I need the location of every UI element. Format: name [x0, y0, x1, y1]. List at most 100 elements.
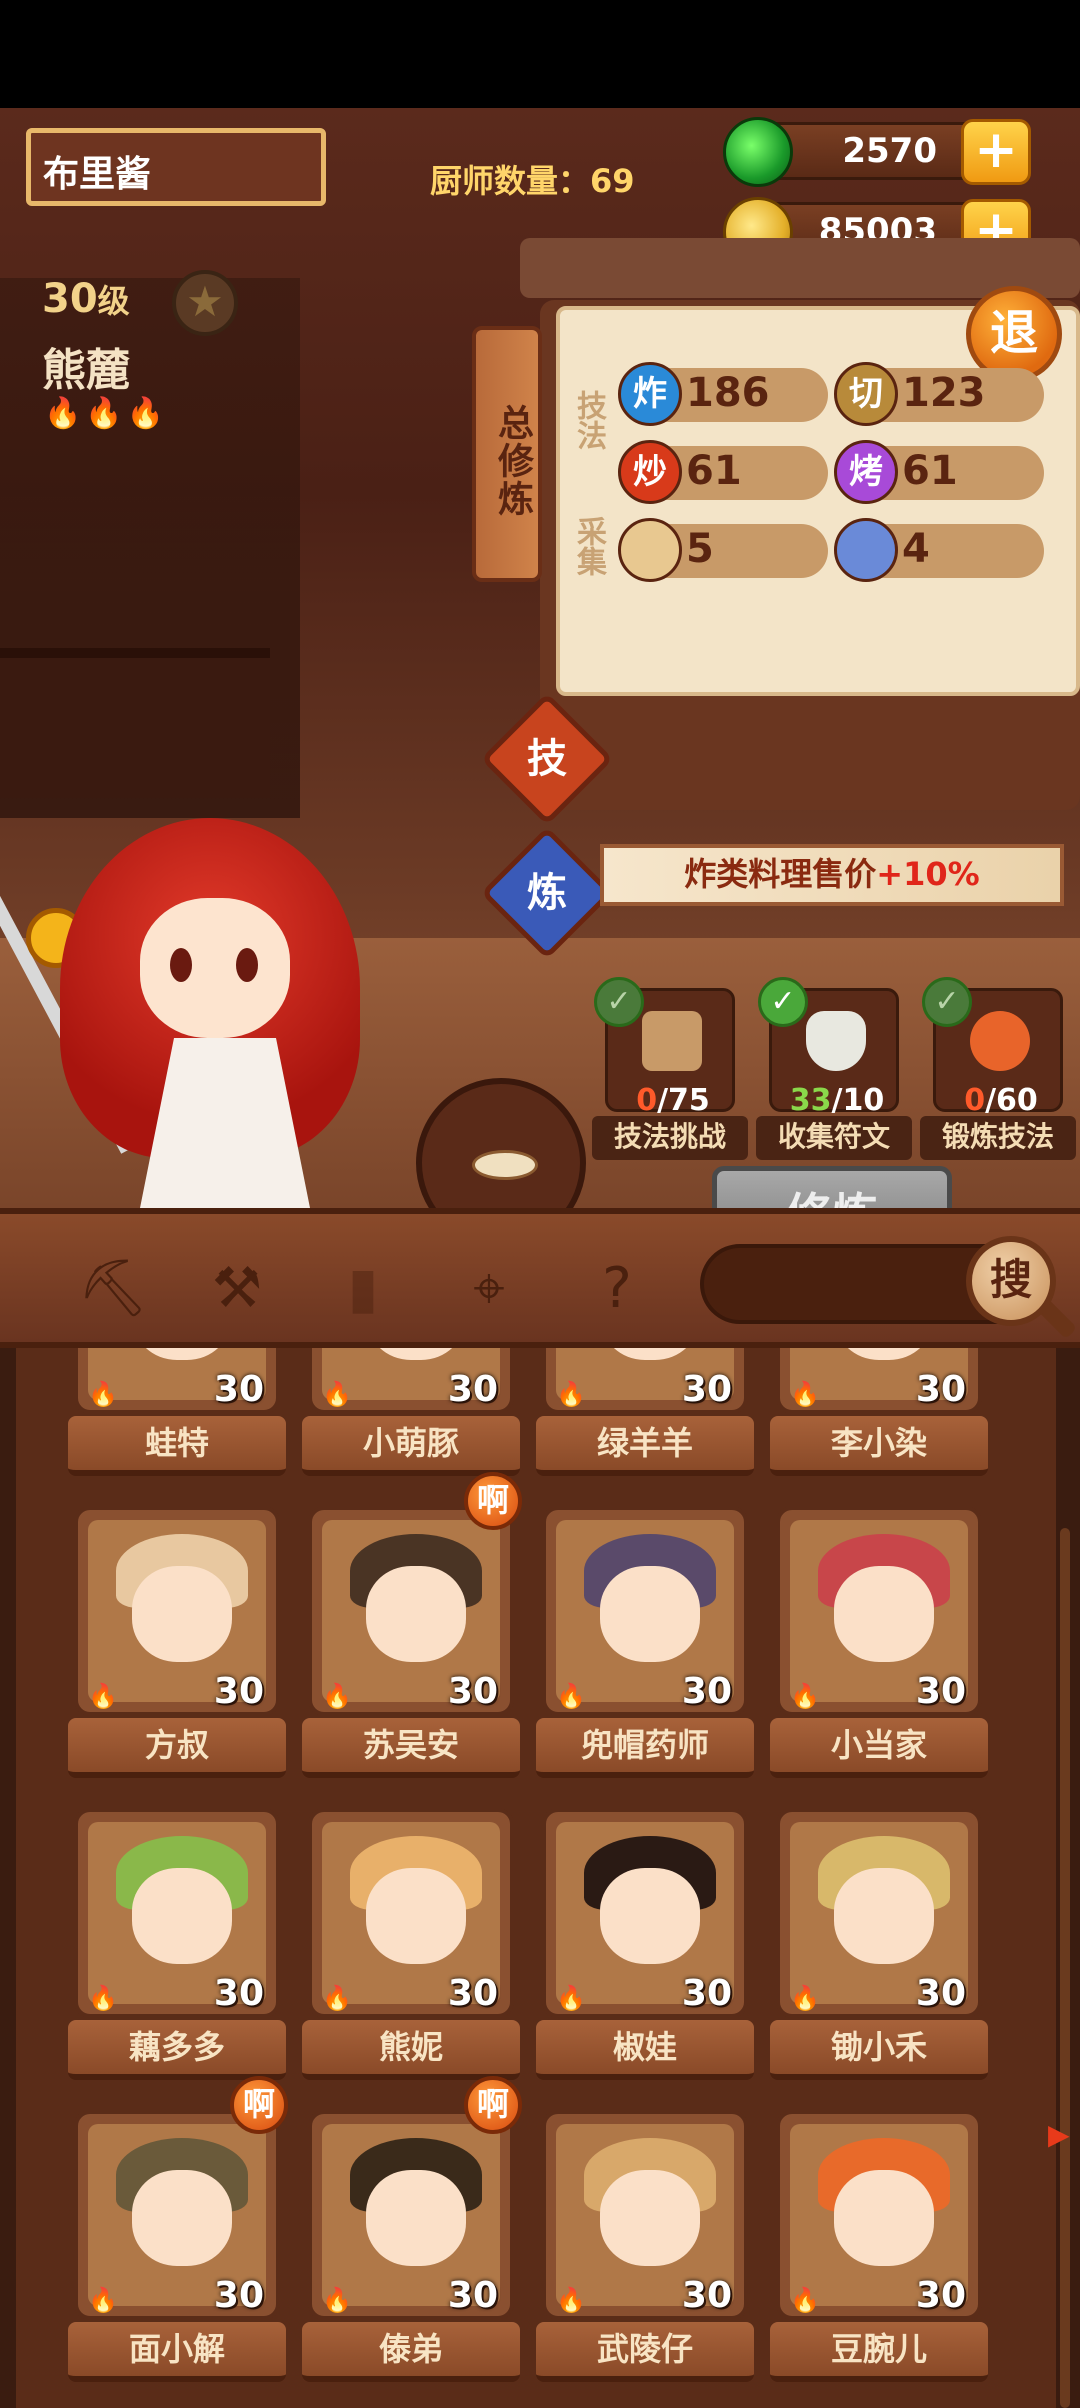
- chef-card[interactable]: 🔥 30 李小染: [770, 1348, 988, 1480]
- mystery-box-filter-icon[interactable]: ?: [580, 1254, 654, 1328]
- task-current: 0: [636, 1083, 658, 1118]
- chef-name-label: 椒娃: [536, 2020, 754, 2080]
- chef-level-value: 30: [42, 276, 98, 322]
- chef-name-label: 豆腕儿: [770, 2322, 988, 2382]
- chef-card[interactable]: 🔥 30 面小解 啊: [68, 2076, 288, 2386]
- chef-card[interactable]: 🔥 30 蛙特: [68, 1348, 286, 1480]
- location-filter-icon[interactable]: ⌖: [452, 1254, 526, 1328]
- chef-face: [600, 2170, 700, 2266]
- chef-status-badge: 啊: [464, 2076, 522, 2134]
- tab-total-training[interactable]: 总修炼: [472, 326, 542, 582]
- chef-name-label: 方叔: [68, 1718, 286, 1778]
- chef-card[interactable]: 🔥 30 小萌豚: [302, 1348, 520, 1480]
- jade-gem-icon: [723, 117, 793, 187]
- chef-level-badge: 30: [915, 2275, 966, 2316]
- star-icon[interactable]: ★: [172, 270, 238, 336]
- check-icon: ✓: [594, 977, 644, 1027]
- bonus-value: +10%: [876, 855, 980, 893]
- player-name[interactable]: 布里酱: [26, 128, 326, 206]
- chef-level-badge: 30: [447, 1671, 498, 1712]
- flame-icon: 🔥: [556, 1380, 586, 1408]
- tab-refine-label: 炼: [527, 870, 567, 916]
- chef-card[interactable]: 🔥 30 兜帽药师: [536, 1506, 754, 1782]
- chef-card[interactable]: 🔥 30 武陵仔: [536, 2110, 754, 2386]
- flame-icon: 🔥: [322, 1682, 352, 1710]
- chef-card[interactable]: 🔥 30 豆腕儿: [770, 2110, 988, 2386]
- task-icon-box: ✓ 0/60: [922, 977, 1063, 1118]
- chef-portrait: 🔥 30: [74, 1506, 280, 1716]
- add-gem-button[interactable]: +: [961, 119, 1031, 185]
- chef-card[interactable]: 🔥 30 锄小禾: [770, 1808, 988, 2084]
- chef-card[interactable]: 🔥 30 熊妮: [302, 1808, 520, 2084]
- chef-grid: ▶ 🔥 30 蛙特 🔥 30 小萌豚 🔥 30 绿羊羊 🔥 30 李小染 🔥 30 方叔 🔥 30 苏吴安啊 🔥 30…: [0, 1348, 1080, 2408]
- chef-status-badge: 啊: [230, 2076, 288, 2134]
- chef-level-badge: 30: [213, 1671, 264, 1712]
- flame-rating: 🔥🔥🔥: [44, 396, 169, 431]
- flame-icon: 🔥: [790, 1682, 820, 1710]
- chef-level-badge: 30: [447, 1973, 498, 2014]
- stat-value: 61: [902, 448, 958, 494]
- chef-name-label: 绿羊羊: [536, 1416, 754, 1476]
- chef-count-value: 69: [590, 162, 635, 200]
- search-button[interactable]: 搜: [966, 1236, 1056, 1326]
- chef-portrait: 🔥 30: [542, 2110, 748, 2320]
- check-icon: ✓: [758, 977, 808, 1027]
- cut-icon: 切: [834, 362, 898, 426]
- scrollbar[interactable]: [1060, 1528, 1070, 2408]
- chef-card[interactable]: 🔥 30 苏吴安 啊: [302, 1472, 522, 1782]
- chef-card[interactable]: 🔥 30 方叔: [68, 1506, 286, 1782]
- chef-card[interactable]: 🔥 30 藕多多: [68, 1808, 286, 2084]
- chef-card[interactable]: 🔥 30 椒娃: [536, 1808, 754, 2084]
- chef-card[interactable]: 🔥 30 绿羊羊: [536, 1348, 754, 1480]
- jar-filter-icon[interactable]: ▮: [326, 1254, 400, 1328]
- roast-icon: 烤: [834, 440, 898, 504]
- chef-portrait: 🔥 30: [308, 1808, 514, 2018]
- chef-level-badge: 30: [213, 1973, 264, 2014]
- character-eye: [170, 948, 192, 982]
- task-total: /75: [657, 1083, 710, 1118]
- spatula-filter-icon[interactable]: ⛏: [76, 1254, 150, 1328]
- task-label: 锻炼技法: [920, 1116, 1076, 1160]
- scroll-chest-icon: [642, 1011, 702, 1071]
- shovel-filter-icon[interactable]: ⚒: [200, 1254, 274, 1328]
- chef-level: 30级: [42, 276, 130, 322]
- chef-level-badge: 30: [681, 1973, 732, 2014]
- flame-icon: 🔥: [790, 1380, 820, 1408]
- chef-name-label: 李小染: [770, 1416, 988, 1476]
- task-current: 33: [789, 1083, 832, 1118]
- character-eye: [236, 948, 258, 982]
- task-collect-runes[interactable]: ✓ 33/10 收集符文: [756, 977, 912, 1160]
- chef-face: [834, 1566, 934, 1662]
- chef-level-badge: 30: [915, 1671, 966, 1712]
- stirfry-icon: 炒: [618, 440, 682, 504]
- chef-card[interactable]: 🔥 30 小当家: [770, 1506, 988, 1782]
- stat-fry: 炸 186: [618, 362, 828, 426]
- stat-cut: 切 123: [834, 362, 1044, 426]
- stat-stirfry: 炒 61: [618, 440, 828, 504]
- chef-card[interactable]: 🔥 30 傣弟 啊: [302, 2076, 522, 2386]
- flame-icon: 🔥: [556, 1682, 586, 1710]
- stat-roast: 烤 61: [834, 440, 1044, 504]
- chef-level-badge: 30: [447, 1369, 498, 1410]
- chef-level-badge: 30: [915, 1973, 966, 2014]
- stat-value: 186: [686, 370, 770, 416]
- chef-status-badge: 啊: [464, 1472, 522, 1530]
- character-face: [140, 898, 290, 1038]
- cultivate-button[interactable]: 修炼: [712, 1166, 952, 1208]
- chef-face: [366, 2170, 466, 2266]
- chef-level-badge: 30: [213, 2275, 264, 2316]
- task-skill-challenge[interactable]: ✓ 0/75 技法挑战: [592, 977, 748, 1160]
- chef-portrait: 🔥 30: [74, 2110, 280, 2320]
- task-current: 0: [964, 1083, 986, 1118]
- chef-face: [834, 2170, 934, 2266]
- task-train-skills[interactable]: ✓ 0/60 锻炼技法: [920, 977, 1076, 1160]
- task-total: /60: [985, 1083, 1038, 1118]
- chef-name-label: 兜帽药师: [536, 1718, 754, 1778]
- chef-face: [132, 2170, 232, 2266]
- status-bar: [0, 0, 1080, 108]
- chef-portrait: 🔥 30: [74, 1808, 280, 2018]
- chef-face: [834, 1868, 934, 1964]
- chef-level-badge: 30: [447, 2275, 498, 2316]
- chef-portrait: 🔥 30: [74, 1348, 280, 1414]
- chef-name-label: 小当家: [770, 1718, 988, 1778]
